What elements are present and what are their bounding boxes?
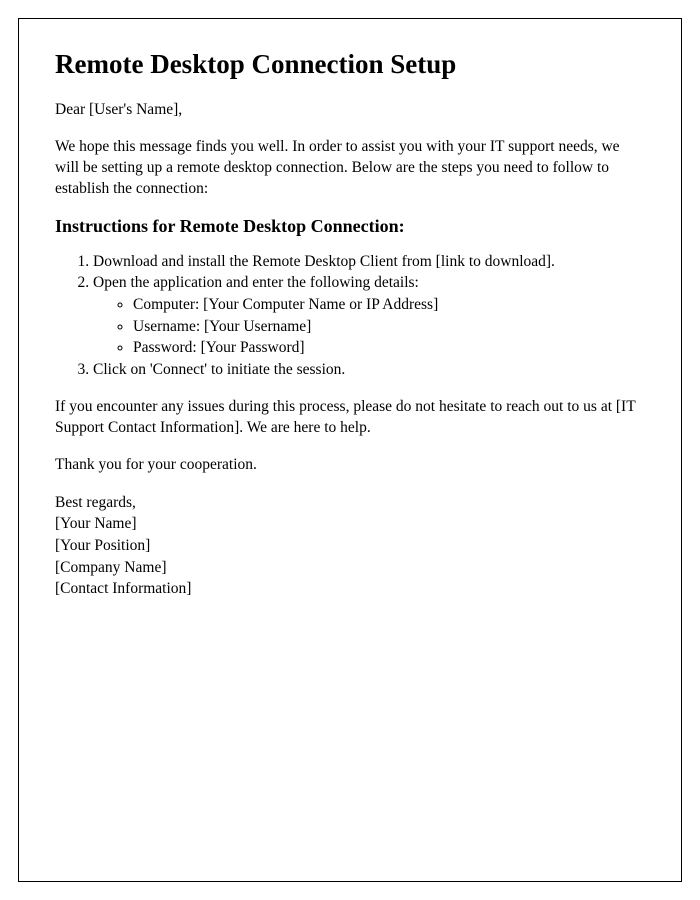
intro-paragraph: We hope this message finds you well. In … bbox=[55, 137, 645, 200]
thanks-paragraph: Thank you for your cooperation. bbox=[55, 455, 645, 476]
document-page: Remote Desktop Connection Setup Dear [Us… bbox=[18, 18, 682, 882]
instructions-list: Download and install the Remote Desktop … bbox=[93, 251, 645, 381]
signature-position: [Your Position] bbox=[55, 535, 645, 557]
instructions-heading: Instructions for Remote Desktop Connecti… bbox=[55, 216, 645, 237]
signature-block: Best regards, [Your Name] [Your Position… bbox=[55, 492, 645, 600]
greeting: Dear [User's Name], bbox=[55, 100, 645, 121]
step-2-text: Open the application and enter the follo… bbox=[93, 274, 419, 291]
detail-username: Username: [Your Username] bbox=[133, 316, 645, 338]
step-3: Click on 'Connect' to initiate the sessi… bbox=[93, 359, 645, 381]
step-2: Open the application and enter the follo… bbox=[93, 272, 645, 359]
step-1: Download and install the Remote Desktop … bbox=[93, 251, 645, 273]
signature-closing: Best regards, bbox=[55, 492, 645, 514]
detail-computer: Computer: [Your Computer Name or IP Addr… bbox=[133, 294, 645, 316]
credentials-list: Computer: [Your Computer Name or IP Addr… bbox=[133, 294, 645, 359]
support-paragraph: If you encounter any issues during this … bbox=[55, 397, 645, 439]
detail-password: Password: [Your Password] bbox=[133, 337, 645, 359]
signature-contact: [Contact Information] bbox=[55, 578, 645, 600]
signature-company: [Company Name] bbox=[55, 557, 645, 579]
page-title: Remote Desktop Connection Setup bbox=[55, 49, 645, 80]
signature-name: [Your Name] bbox=[55, 513, 645, 535]
